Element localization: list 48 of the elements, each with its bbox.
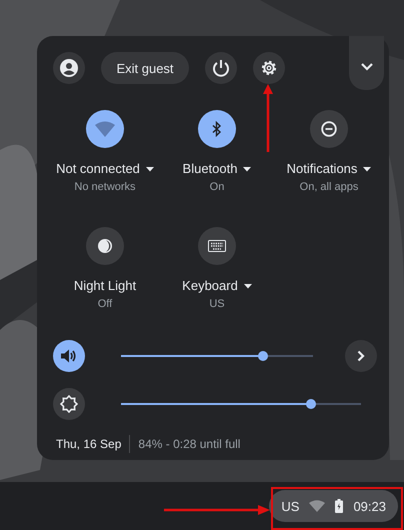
tile-label: Keyboard — [182, 278, 238, 294]
wifi-icon — [95, 121, 115, 137]
brightness-button[interactable] — [53, 388, 85, 420]
slider-thumb[interactable] — [306, 399, 316, 409]
battery-status: 84% - 0:28 until full — [138, 437, 240, 451]
brightness-icon — [60, 395, 78, 413]
exit-guest-button[interactable]: Exit guest — [101, 52, 189, 84]
tile-status: On — [210, 180, 224, 195]
account-button[interactable] — [53, 52, 85, 84]
toggle-button[interactable] — [310, 110, 348, 148]
half-moon-icon — [97, 238, 113, 254]
settings-icon — [260, 59, 278, 77]
status-tray[interactable]: US 09:23 — [269, 490, 398, 522]
tile-label: Night Light — [74, 278, 136, 294]
wifi-icon — [309, 500, 326, 512]
speaker-icon — [61, 349, 77, 363]
date-label[interactable]: Thu, 16 Sep — [56, 437, 122, 451]
power-icon — [212, 59, 230, 77]
tile-status: US — [209, 297, 225, 312]
toggle-button[interactable] — [86, 110, 124, 148]
tile-label: Bluetooth — [182, 161, 238, 177]
battery-icon — [335, 499, 344, 513]
chevron-down-icon — [360, 62, 374, 72]
settings-button[interactable] — [253, 52, 285, 84]
bluetooth-icon — [212, 121, 222, 137]
keyboard-icon — [208, 240, 226, 252]
dropdown-caret-icon[interactable] — [244, 284, 252, 288]
power-button[interactable] — [205, 52, 237, 84]
toggle-button[interactable] — [198, 227, 236, 265]
tile-status: On, all apps — [300, 180, 358, 195]
person-icon — [60, 59, 78, 77]
toggle-button[interactable] — [198, 110, 236, 148]
slider-thumb[interactable] — [258, 351, 268, 361]
audio-settings-button[interactable] — [345, 340, 377, 372]
input-method-label: US — [281, 498, 300, 514]
dropdown-caret-icon[interactable] — [146, 166, 154, 172]
mute-button[interactable] — [53, 340, 85, 372]
tile-status: Off — [98, 297, 112, 312]
tile-label: Notifications — [286, 161, 358, 177]
annotation-arrow — [263, 84, 273, 152]
minus-circle-icon — [321, 121, 337, 137]
chevron-right-icon — [357, 350, 365, 362]
clock-time: 09:23 — [353, 498, 386, 514]
dropdown-caret-icon[interactable] — [363, 166, 372, 172]
tile-label: Not connected — [56, 161, 140, 177]
toggle-button[interactable] — [86, 227, 124, 265]
dropdown-caret-icon[interactable] — [243, 166, 252, 172]
tile-status: No networks — [74, 180, 136, 195]
